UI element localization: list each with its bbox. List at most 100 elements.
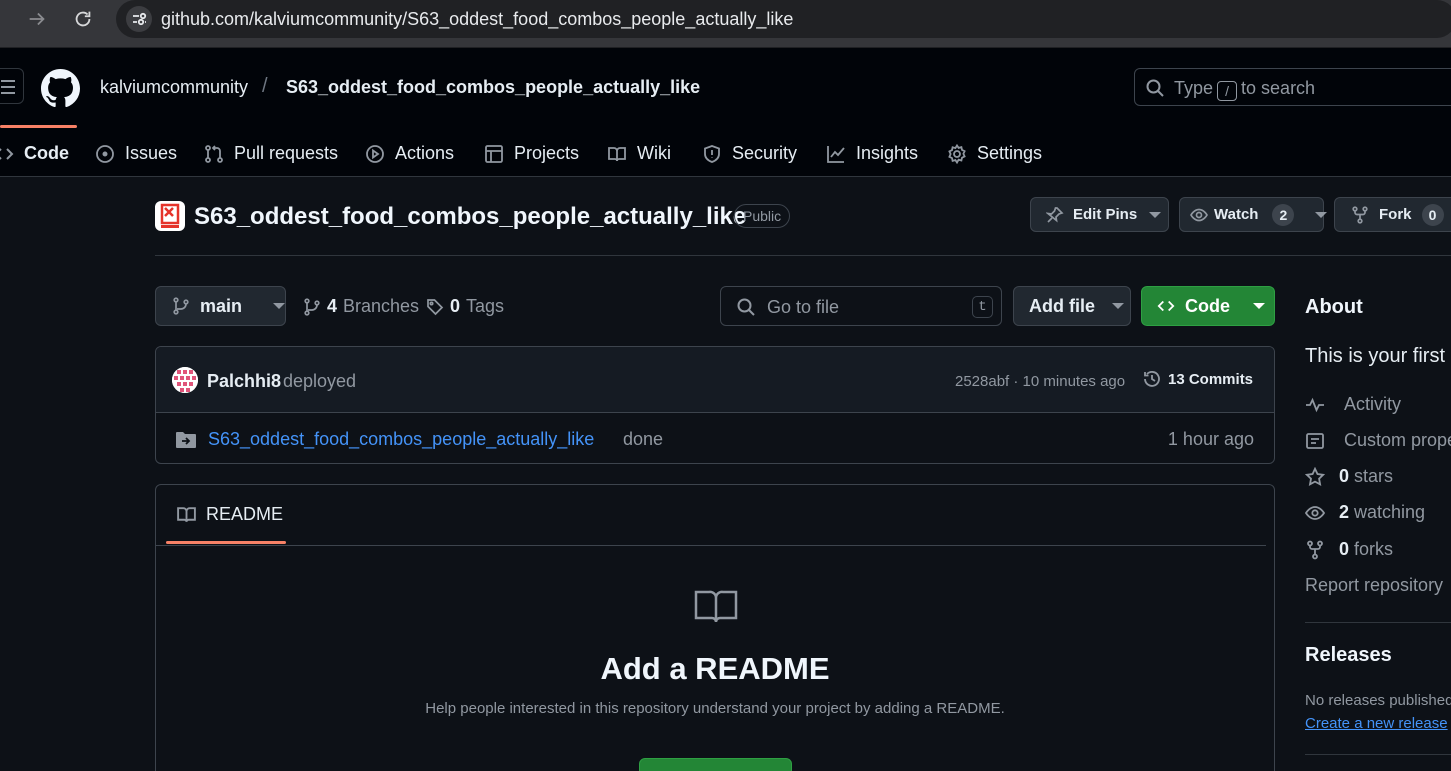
repo-title[interactable]: S63_oddest_food_combos_people_actually_l… xyxy=(194,203,746,231)
branch-icon xyxy=(303,297,321,316)
commit-hash-time[interactable]: 2528abf · 10 minutes ago xyxy=(955,373,1125,390)
code-icon xyxy=(1157,297,1175,315)
add-file-label: Add file xyxy=(1029,295,1095,316)
commits-link[interactable]: 13 Commits xyxy=(1142,369,1253,389)
star-icon xyxy=(1305,466,1325,487)
repo-owner-avatar xyxy=(155,201,185,231)
tab-issues[interactable]: Issues xyxy=(95,130,177,177)
address-bar[interactable]: github.com/kalviumcommunity/S63_oddest_f… xyxy=(116,0,1451,38)
file-commit-message[interactable]: done xyxy=(623,429,663,450)
browser-toolbar: github.com/kalviumcommunity/S63_oddest_f… xyxy=(0,0,1451,48)
play-icon xyxy=(365,144,385,164)
branch-select-button[interactable]: main xyxy=(155,286,286,326)
file-name-link[interactable]: S63_oddest_food_combos_people_actually_l… xyxy=(208,429,594,450)
releases-heading[interactable]: Releases xyxy=(1305,644,1392,667)
tab-issues-label: Issues xyxy=(125,143,178,163)
breadcrumb-owner[interactable]: kalviumcommunity xyxy=(100,77,248,98)
tab-actions[interactable]: Actions xyxy=(365,130,454,177)
url-text: github.com/kalviumcommunity/S63_oddest_f… xyxy=(161,9,794,29)
avatar[interactable] xyxy=(172,367,198,393)
tags-label: Tags xyxy=(466,296,505,316)
add-readme-button[interactable] xyxy=(639,758,792,771)
sidebar-divider xyxy=(1305,622,1451,623)
graph-icon xyxy=(826,144,846,164)
fork-icon xyxy=(1305,540,1325,560)
readme-tab[interactable]: README xyxy=(176,504,283,525)
site-info-icon[interactable] xyxy=(126,6,152,32)
file-table: Palchhi8 deployed 2528abf · 10 minutes a… xyxy=(155,346,1275,464)
tab-settings[interactable]: Settings xyxy=(947,130,1042,177)
forward-arrow-icon[interactable] xyxy=(26,8,48,30)
book-icon xyxy=(607,144,627,164)
sidebar-label: watching xyxy=(1354,502,1426,522)
tab-wiki-label: Wiki xyxy=(637,143,671,163)
create-release-link[interactable]: Create a new release xyxy=(1305,715,1448,732)
chevron-down-icon[interactable] xyxy=(1312,206,1330,224)
menu-icon[interactable] xyxy=(0,68,24,104)
sidebar-item-activity[interactable]: Activity xyxy=(1305,394,1401,415)
book-icon xyxy=(176,504,197,525)
commit-message[interactable]: deployed xyxy=(283,371,356,392)
chevron-down-icon xyxy=(1146,206,1164,224)
readme-tab-indicator xyxy=(166,541,286,544)
breadcrumb-repo[interactable]: S63_oddest_food_combos_people_actually_l… xyxy=(286,77,700,98)
reload-icon[interactable] xyxy=(72,8,94,30)
commit-author[interactable]: Palchhi8 xyxy=(207,371,281,392)
latest-commit-row: Palchhi8 deployed 2528abf · 10 minutes a… xyxy=(156,347,1274,413)
sidebar-item-watching[interactable]: 2 watching xyxy=(1305,502,1425,523)
report-repository-link[interactable]: Report repository xyxy=(1305,575,1443,596)
pulse-icon xyxy=(1305,395,1325,415)
tags-link[interactable]: 0 Tags xyxy=(426,296,504,317)
tab-wiki[interactable]: Wiki xyxy=(607,130,671,177)
tab-security[interactable]: Security xyxy=(702,130,797,177)
tags-count: 0 xyxy=(450,296,461,316)
edit-pins-button[interactable]: Edit Pins xyxy=(1030,197,1169,232)
folder-icon xyxy=(175,430,197,450)
sidebar-count: 0 xyxy=(1339,466,1350,486)
sidebar-item-custom-properties[interactable]: Custom prope xyxy=(1305,430,1451,451)
github-header: kalviumcommunity / S63_oddest_food_combo… xyxy=(0,48,1451,177)
tab-code[interactable]: Code xyxy=(0,130,69,177)
tag-icon xyxy=(426,298,444,316)
sidebar-label: Activity xyxy=(1344,394,1402,414)
add-file-button[interactable]: Add file xyxy=(1013,286,1131,326)
commits-count: 13 Commits xyxy=(1168,370,1254,388)
eye-icon xyxy=(1305,503,1325,523)
file-commit-time: 1 hour ago xyxy=(1167,429,1254,449)
about-heading: About xyxy=(1305,296,1363,318)
global-search[interactable]: Type / to search xyxy=(1134,68,1451,106)
code-button[interactable]: Code xyxy=(1141,286,1275,326)
tab-projects[interactable]: Projects xyxy=(484,130,579,177)
pin-icon xyxy=(1046,206,1064,224)
tab-pull-requests[interactable]: Pull requests xyxy=(204,130,338,177)
github-logo-icon[interactable] xyxy=(41,69,80,108)
sidebar-item-stars[interactable]: 0 stars xyxy=(1305,466,1393,487)
fork-count: 0 xyxy=(1421,203,1444,226)
watch-button[interactable]: Watch 2 xyxy=(1179,197,1328,232)
go-to-file-input[interactable]: Go to file t xyxy=(720,286,1002,326)
sidebar-label: stars xyxy=(1354,466,1394,486)
search-shortcut-key: / xyxy=(1217,81,1238,101)
tab-insights-label: Insights xyxy=(856,143,919,163)
branches-link[interactable]: 4 Branches xyxy=(303,296,419,317)
tab-security-label: Security xyxy=(732,143,798,163)
branches-label: Branches xyxy=(343,296,420,316)
tab-actions-label: Actions xyxy=(395,143,455,163)
chevron-down-icon xyxy=(1109,297,1127,315)
pull-request-icon xyxy=(204,144,224,164)
watch-label: Watch xyxy=(1214,206,1259,223)
readme-heading: Add a README xyxy=(600,651,830,686)
edit-pins-label: Edit Pins xyxy=(1073,206,1138,223)
fork-button[interactable]: Fork 0 xyxy=(1334,197,1451,232)
tab-insights[interactable]: Insights xyxy=(826,130,918,177)
fork-label: Fork xyxy=(1379,206,1412,223)
branches-count: 4 xyxy=(327,296,338,316)
book-icon xyxy=(694,588,738,624)
tab-code-label: Code xyxy=(24,143,69,163)
sidebar-item-forks[interactable]: 0 forks xyxy=(1305,539,1393,560)
visibility-badge: Public xyxy=(734,204,791,228)
shield-icon xyxy=(702,144,722,164)
selected-tab-indicator xyxy=(0,125,77,128)
search-placeholder: Type / to search xyxy=(1174,78,1316,101)
watch-count: 2 xyxy=(1272,203,1295,226)
